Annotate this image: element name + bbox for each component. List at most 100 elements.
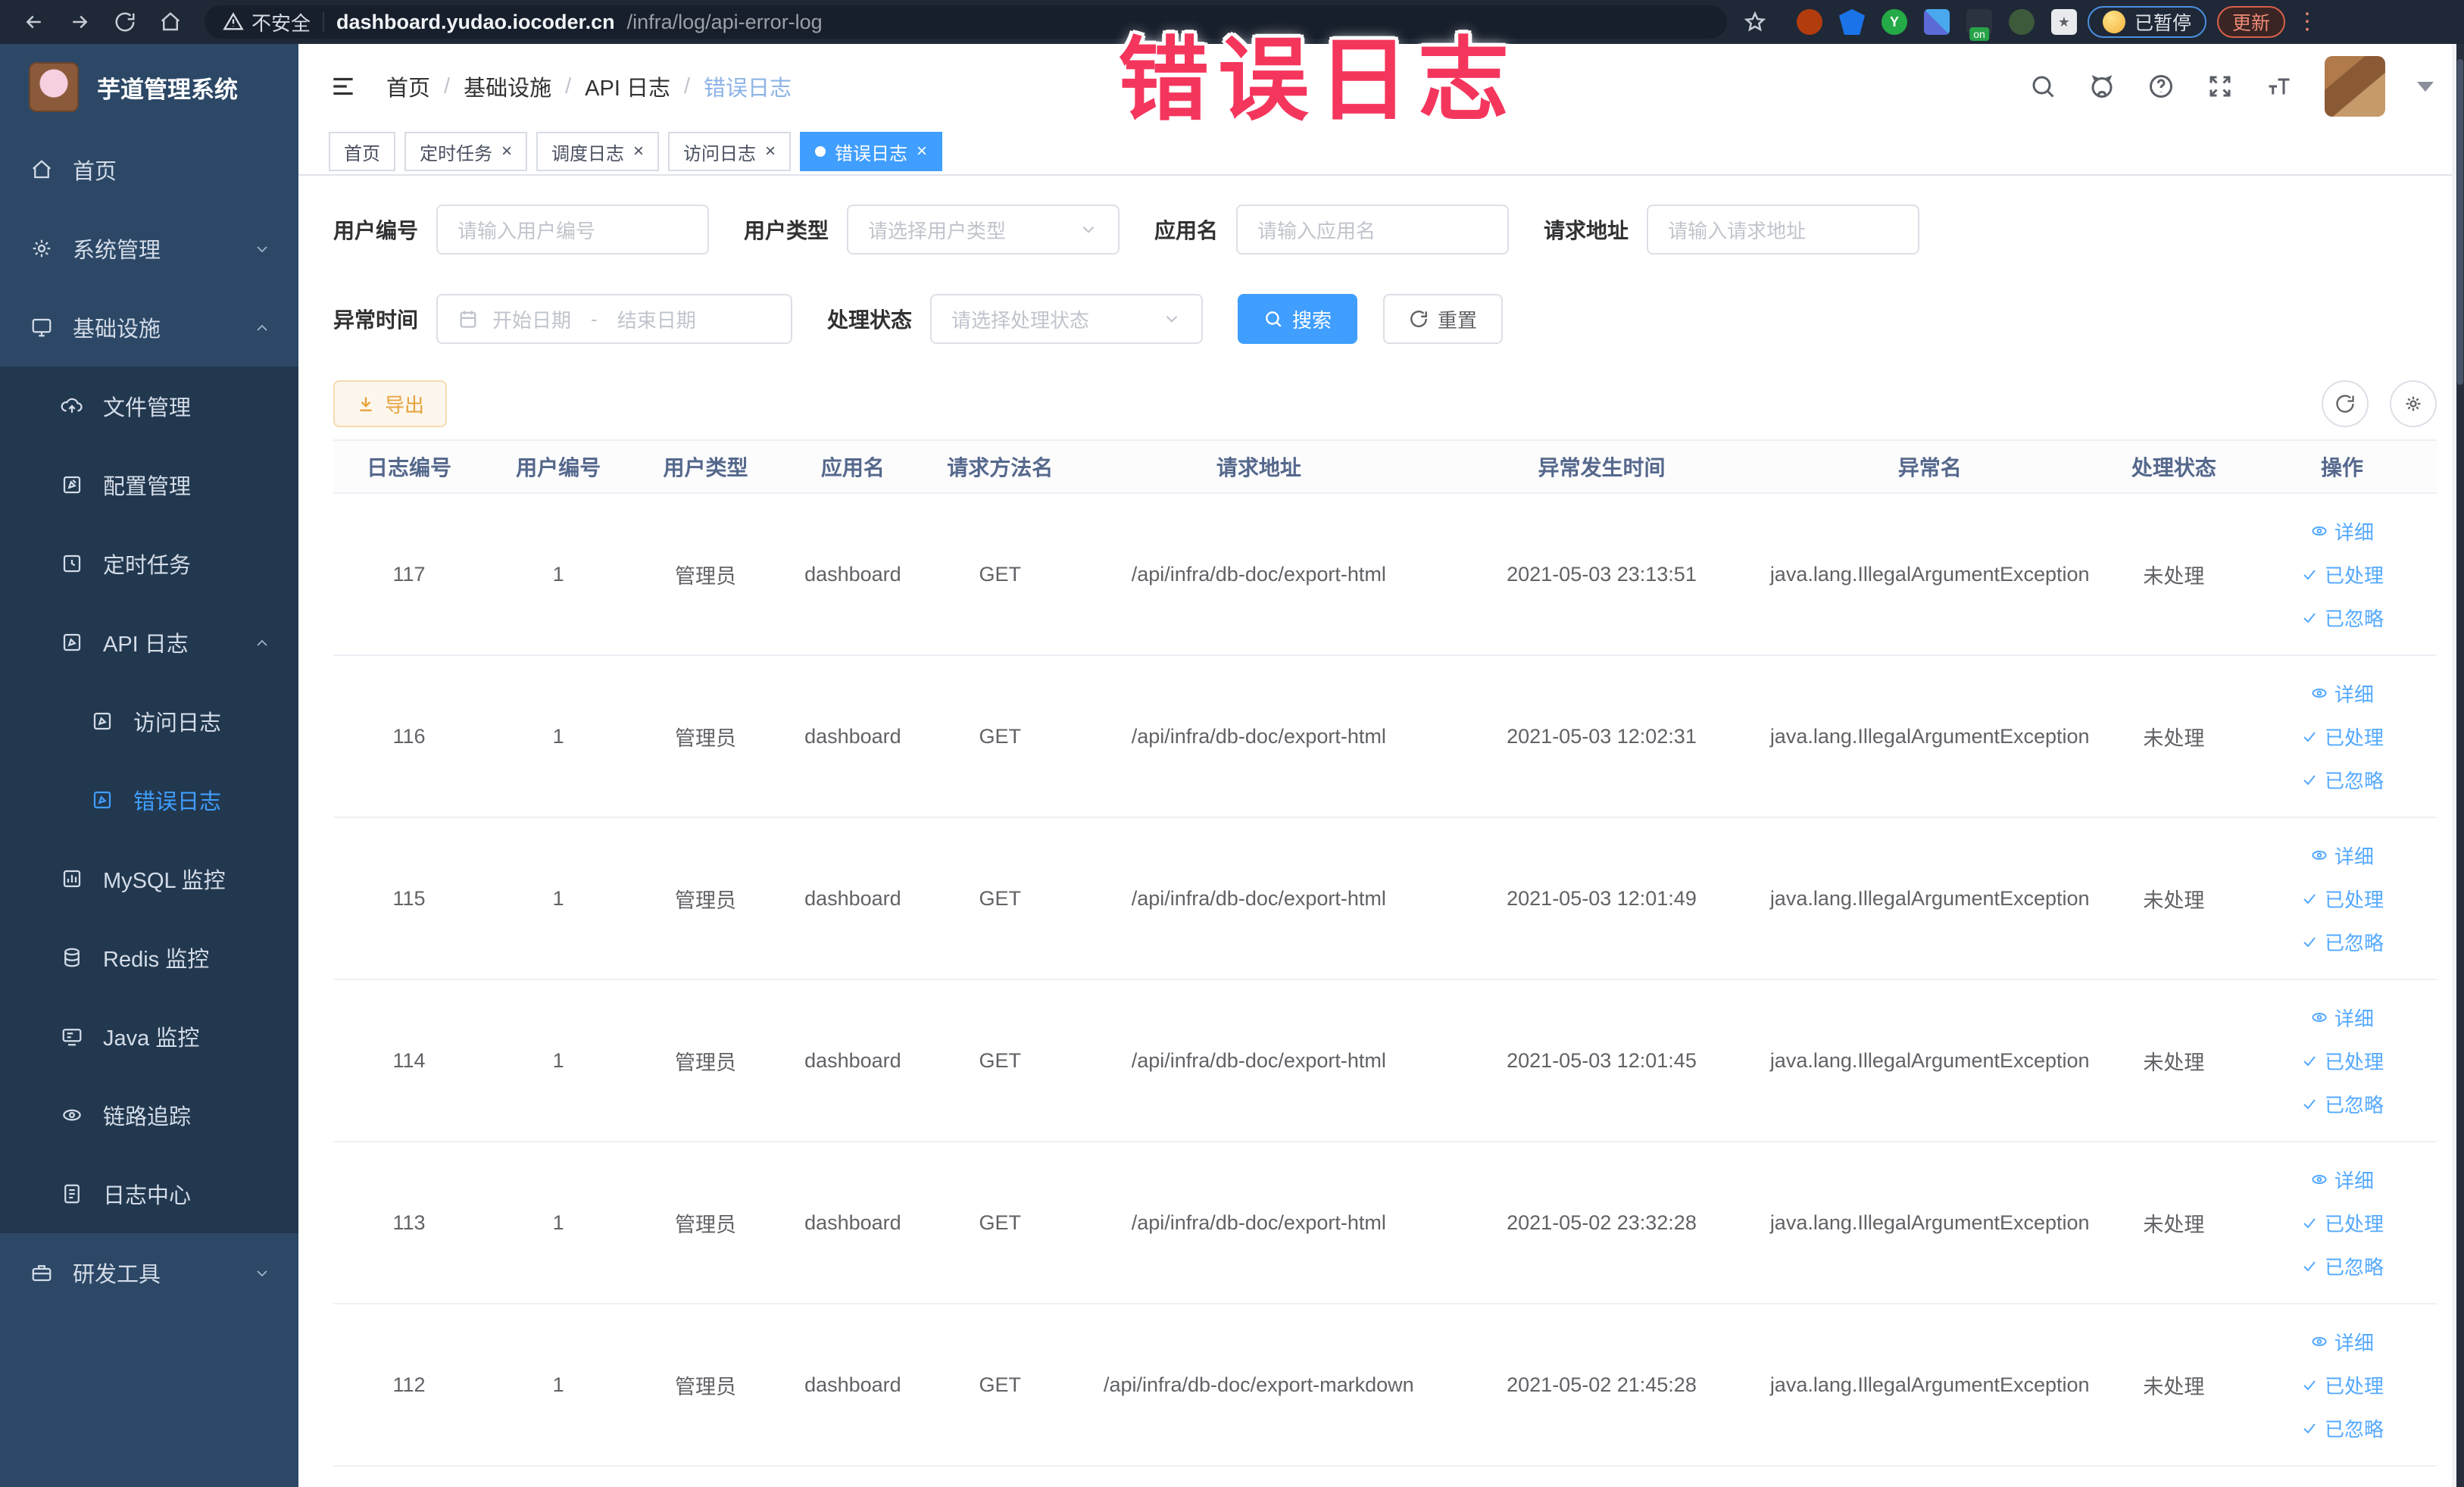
- processed-link[interactable]: 已处理: [2300, 885, 2384, 913]
- detail-link[interactable]: 详细: [2310, 517, 2374, 545]
- breadcrumb-home[interactable]: 首页: [386, 70, 430, 102]
- github-icon[interactable]: [2088, 73, 2116, 100]
- avatar-caret-icon[interactable]: [2417, 81, 2434, 92]
- ignored-link[interactable]: 已忽略: [2300, 1090, 2384, 1118]
- sidebar-item-log-center[interactable]: 日志中心: [0, 1154, 298, 1233]
- paused-chip[interactable]: 已暂停: [2088, 6, 2207, 38]
- processed-link[interactable]: 已处理: [2300, 1371, 2384, 1399]
- bookmark-star-icon[interactable]: [1738, 5, 1772, 39]
- table-toolbar: 导出: [333, 380, 2437, 427]
- security-warning-icon[interactable]: 不安全: [223, 8, 311, 36]
- back-icon[interactable]: [17, 5, 52, 39]
- col-request-url: 请求地址: [1073, 439, 1444, 494]
- chevron-down-icon: [253, 239, 271, 258]
- search-icon[interactable]: [2029, 73, 2056, 100]
- sidebar: 芋道管理系统 首页 系统管理 基础设施 文件管理 配置管理 定时任务 API 日…: [0, 44, 298, 1487]
- processed-link[interactable]: 已处理: [2300, 561, 2384, 589]
- extension-icon-shield[interactable]: [1839, 9, 1865, 35]
- tab-error-log[interactable]: 错误日志 ×: [800, 132, 943, 171]
- close-icon[interactable]: ×: [917, 142, 927, 161]
- column-settings-button[interactable]: [2390, 380, 2437, 427]
- table-row: 112 1 管理员 dashboard GET /api/infra/db-do…: [333, 1304, 2437, 1467]
- sidebar-item-api-log[interactable]: API 日志: [0, 603, 298, 682]
- reset-button[interactable]: 重置: [1383, 294, 1504, 344]
- logo-row[interactable]: 芋道管理系统: [0, 44, 298, 130]
- close-icon[interactable]: ×: [501, 142, 512, 161]
- breadcrumb-current: 错误日志: [704, 77, 792, 101]
- extension-icon-orange[interactable]: [1797, 9, 1822, 35]
- update-chip[interactable]: 更新: [2217, 6, 2286, 38]
- search-button[interactable]: 搜索: [1238, 294, 1358, 344]
- ignored-link[interactable]: 已忽略: [2300, 1414, 2384, 1442]
- sidebar-item-redis-monitor[interactable]: Redis 监控: [0, 918, 298, 997]
- ignored-link[interactable]: 已忽略: [2300, 766, 2384, 794]
- close-icon[interactable]: ×: [765, 142, 776, 161]
- reload-icon[interactable]: [108, 5, 142, 39]
- help-icon[interactable]: [2147, 73, 2175, 100]
- table-row: 114 1 管理员 dashboard GET /api/infra/db-do…: [333, 979, 2437, 1142]
- end-date-placeholder: 结束日期: [617, 308, 696, 332]
- sidebar-item-home[interactable]: 首页: [0, 130, 298, 209]
- paused-label: 已暂停: [2135, 13, 2192, 34]
- ignored-link[interactable]: 已忽略: [2300, 604, 2384, 632]
- processed-link[interactable]: 已处理: [2300, 1209, 2384, 1237]
- extension-icon-grid[interactable]: [1924, 9, 1950, 35]
- browser-menu-icon[interactable]: ⋮: [2296, 11, 2319, 33]
- font-size-icon[interactable]: [2266, 73, 2293, 100]
- user-id-input[interactable]: 请输入用户编号: [436, 205, 710, 255]
- request-url-input[interactable]: 请输入请求地址: [1647, 205, 1920, 255]
- app-name-input[interactable]: 请输入应用名: [1236, 205, 1510, 255]
- breadcrumb-api-log[interactable]: API 日志: [585, 70, 670, 102]
- sidebar-item-access-log[interactable]: 访问日志: [0, 682, 298, 761]
- sidebar-item-dev-tools[interactable]: 研发工具: [0, 1233, 298, 1312]
- home-nav-icon[interactable]: [153, 5, 188, 39]
- on-badge: on: [1969, 27, 1989, 41]
- extension-icon-tampermonkey[interactable]: on: [1966, 9, 1992, 41]
- toolbox-icon: [30, 1261, 53, 1284]
- extensions-puzzle-icon[interactable]: ★: [2051, 9, 2077, 35]
- detail-link[interactable]: 详细: [2310, 1004, 2374, 1032]
- fullscreen-icon[interactable]: [2206, 73, 2234, 100]
- eye-icon: [61, 1104, 83, 1126]
- ignored-link[interactable]: 已忽略: [2300, 928, 2384, 956]
- user-type-select[interactable]: 请选择用户类型: [847, 205, 1120, 255]
- extension-icon-leaf[interactable]: [2009, 9, 2035, 35]
- scrollbar[interactable]: [2452, 44, 2464, 1487]
- detail-link[interactable]: 详细: [2310, 679, 2374, 708]
- log-icon: [61, 631, 83, 654]
- tab-schedule-log[interactable]: 调度日志 ×: [536, 132, 660, 171]
- col-status: 处理状态: [2100, 439, 2248, 494]
- infrastructure-submenu: 文件管理 配置管理 定时任务 API 日志 访问日志 错误日志 MySQL 监控…: [0, 367, 298, 1233]
- sidebar-item-mysql-monitor[interactable]: MySQL 监控: [0, 839, 298, 918]
- forward-icon[interactable]: [62, 5, 97, 39]
- sidebar-item-error-log[interactable]: 错误日志: [0, 761, 298, 839]
- extension-icon-green-y[interactable]: Y: [1882, 9, 1907, 35]
- sidebar-item-system[interactable]: 系统管理: [0, 209, 298, 288]
- processed-link[interactable]: 已处理: [2300, 723, 2384, 751]
- sidebar-item-trace[interactable]: 链路追踪: [0, 1076, 298, 1154]
- export-button[interactable]: 导出: [333, 380, 448, 427]
- tab-access-log[interactable]: 访问日志 ×: [668, 132, 792, 171]
- avatar[interactable]: [2325, 56, 2385, 117]
- exception-time-range[interactable]: 开始日期 - 结束日期: [436, 294, 793, 344]
- refresh-table-button[interactable]: [2322, 380, 2369, 427]
- detail-link[interactable]: 详细: [2310, 1166, 2374, 1194]
- sidebar-item-infrastructure[interactable]: 基础设施: [0, 288, 298, 367]
- detail-link[interactable]: 详细: [2310, 1328, 2374, 1356]
- table-header-row: 日志编号 用户编号 用户类型 应用名 请求方法名 请求地址 异常发生时间 异常名…: [333, 439, 2437, 494]
- tab-scheduled-tasks[interactable]: 定时任务 ×: [404, 132, 528, 171]
- address-divider: [323, 12, 325, 32]
- sidebar-item-java-monitor[interactable]: Java 监控: [0, 997, 298, 1076]
- breadcrumb-infrastructure[interactable]: 基础设施: [464, 70, 551, 102]
- sidebar-item-scheduled-tasks[interactable]: 定时任务: [0, 524, 298, 603]
- ignored-link[interactable]: 已忽略: [2300, 1252, 2384, 1280]
- detail-link[interactable]: 详细: [2310, 842, 2374, 870]
- processed-link[interactable]: 已处理: [2300, 1047, 2384, 1075]
- hamburger-icon[interactable]: [329, 72, 358, 101]
- scrollbar-thumb[interactable]: [2457, 59, 2463, 385]
- sidebar-item-config-management[interactable]: 配置管理: [0, 445, 298, 524]
- close-icon[interactable]: ×: [633, 142, 644, 161]
- sidebar-item-file-management[interactable]: 文件管理: [0, 367, 298, 445]
- tab-home[interactable]: 首页: [329, 132, 395, 171]
- process-status-select[interactable]: 请选择处理状态: [930, 294, 1204, 344]
